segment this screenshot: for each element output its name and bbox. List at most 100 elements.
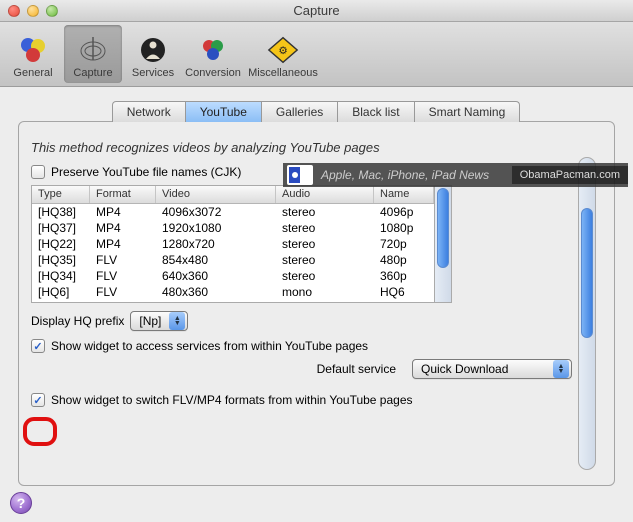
cell-format: FLV: [90, 285, 156, 299]
table-header: Type Format Video Audio Name: [32, 186, 434, 204]
toolbar-label: Conversion: [185, 67, 241, 79]
toolbar-label: Miscellaneous: [248, 67, 318, 79]
table-row[interactable]: [HQ6]FLV480x360monoHQ6: [32, 284, 434, 300]
cell-format: MP4: [90, 205, 156, 219]
cell-type: [HQ38]: [32, 205, 90, 219]
cell-audio: mono: [276, 285, 374, 299]
table-row[interactable]: [HQ35]FLV854x480stereo480p: [32, 252, 434, 268]
conversion-icon: [196, 33, 230, 67]
tab-bar: Network YouTube Galleries Black list Sma…: [18, 101, 615, 122]
cell-video: 854x480: [156, 253, 276, 267]
miscellaneous-icon: ⚙: [266, 33, 300, 67]
tab-network[interactable]: Network: [112, 101, 186, 122]
cell-format: MP4: [90, 237, 156, 251]
cell-type: [HQ34]: [32, 269, 90, 283]
traffic-lights: [8, 5, 58, 17]
tab-youtube[interactable]: YouTube: [185, 101, 262, 122]
formats-table: Type Format Video Audio Name [HQ38]MP440…: [31, 185, 602, 303]
panel-scrollbar[interactable]: [578, 157, 596, 470]
tab-galleries[interactable]: Galleries: [261, 101, 338, 122]
cell-name: 360p: [374, 269, 434, 283]
cell-audio: stereo: [276, 237, 374, 251]
cell-format: FLV: [90, 253, 156, 267]
table-scrollbar[interactable]: [435, 185, 452, 303]
toolbar-capture[interactable]: Capture: [64, 25, 122, 83]
cell-format: MP4: [90, 221, 156, 235]
cell-format: FLV: [90, 269, 156, 283]
toolbar-label: Services: [132, 67, 174, 79]
display-prefix-row: Display HQ prefix [Np] ▲▼: [31, 311, 602, 331]
tab-smartnaming[interactable]: Smart Naming: [414, 101, 521, 122]
window: Capture General Capture: [0, 0, 633, 522]
cell-video: 1280x720: [156, 237, 276, 251]
preserve-checkbox[interactable]: [31, 165, 45, 179]
toolbar-general[interactable]: General: [4, 25, 62, 83]
cell-name: HQ6: [374, 285, 434, 299]
toolbar-services[interactable]: Services: [124, 25, 182, 83]
col-audio[interactable]: Audio: [276, 186, 374, 203]
col-format[interactable]: Format: [90, 186, 156, 203]
cell-audio: stereo: [276, 221, 374, 235]
toolbar-conversion[interactable]: Conversion: [184, 25, 242, 83]
preserve-label: Preserve YouTube file names (CJK): [51, 165, 241, 179]
cell-audio: stereo: [276, 253, 374, 267]
content: Network YouTube Galleries Black list Sma…: [0, 87, 633, 522]
cell-name: 1080p: [374, 221, 434, 235]
table-row[interactable]: [HQ38]MP44096x3072stereo4096p: [32, 204, 434, 220]
default-service-select[interactable]: Quick Download ▲▼: [412, 359, 572, 379]
chevron-updown-icon: ▲▼: [169, 312, 185, 330]
default-service-label: Default service: [317, 362, 396, 376]
window-title: Capture: [8, 3, 625, 18]
cell-audio: stereo: [276, 205, 374, 219]
table-row[interactable]: [HQ37]MP41920x1080stereo1080p: [32, 220, 434, 236]
toolbar-label: Capture: [73, 67, 112, 79]
show-widget-access-label: Show widget to access services from with…: [51, 339, 368, 353]
help-icon: ?: [17, 495, 26, 511]
general-icon: [16, 33, 50, 67]
close-icon[interactable]: [8, 5, 20, 17]
default-service-value: Quick Download: [421, 362, 508, 376]
scrollbar-thumb[interactable]: [437, 188, 449, 268]
show-widget-access-checkbox[interactable]: [31, 339, 45, 353]
cell-name: 720p: [374, 237, 434, 251]
show-widget-switch-label: Show widget to switch FLV/MP4 formats fr…: [51, 393, 413, 407]
svg-text:⚙: ⚙: [278, 46, 287, 57]
capture-icon: [76, 33, 110, 67]
col-video[interactable]: Video: [156, 186, 276, 203]
services-icon: [136, 33, 170, 67]
overlay-banner: Apple, Mac, iPhone, iPad News ObamaPacma…: [283, 163, 628, 187]
overlay-text: Apple, Mac, iPhone, iPad News: [321, 168, 489, 182]
cell-type: [HQ22]: [32, 237, 90, 251]
toolbar-miscellaneous[interactable]: ⚙ Miscellaneous: [244, 25, 322, 83]
titlebar: Capture: [0, 0, 633, 22]
cell-video: 1920x1080: [156, 221, 276, 235]
col-type[interactable]: Type: [32, 186, 90, 203]
cell-video: 480x360: [156, 285, 276, 299]
display-prefix-value: [Np]: [139, 314, 161, 328]
toolbar: General Capture Services: [0, 22, 633, 87]
default-service-row: Default service Quick Download ▲▼: [31, 359, 602, 379]
help-button[interactable]: ?: [10, 492, 32, 514]
scrollbar-thumb[interactable]: [581, 208, 593, 338]
display-prefix-label: Display HQ prefix: [31, 314, 124, 328]
table-rows: [HQ38]MP44096x3072stereo4096p[HQ37]MP419…: [32, 204, 434, 300]
table-row[interactable]: [HQ22]MP41280x720stereo720p: [32, 236, 434, 252]
chevron-updown-icon: ▲▼: [553, 360, 569, 378]
cell-type: [HQ35]: [32, 253, 90, 267]
minimize-icon[interactable]: [27, 5, 39, 17]
zoom-icon[interactable]: [46, 5, 58, 17]
cell-video: 4096x3072: [156, 205, 276, 219]
tab-blacklist[interactable]: Black list: [337, 101, 414, 122]
toolbar-label: General: [13, 67, 52, 79]
show-widget-switch-row: Show widget to switch FLV/MP4 formats fr…: [31, 393, 602, 407]
cell-name: 480p: [374, 253, 434, 267]
show-widget-switch-checkbox[interactable]: [31, 393, 45, 407]
table-row[interactable]: [HQ34]FLV640x360stereo360p: [32, 268, 434, 284]
col-name[interactable]: Name: [374, 186, 434, 203]
cell-name: 4096p: [374, 205, 434, 219]
overlay-source: ObamaPacman.com: [512, 166, 628, 184]
table-body-wrap: Type Format Video Audio Name [HQ38]MP440…: [31, 185, 435, 303]
method-description: This method recognizes videos by analyzi…: [31, 140, 602, 155]
display-prefix-select[interactable]: [Np] ▲▼: [130, 311, 188, 331]
overlay-icon: [287, 165, 313, 185]
